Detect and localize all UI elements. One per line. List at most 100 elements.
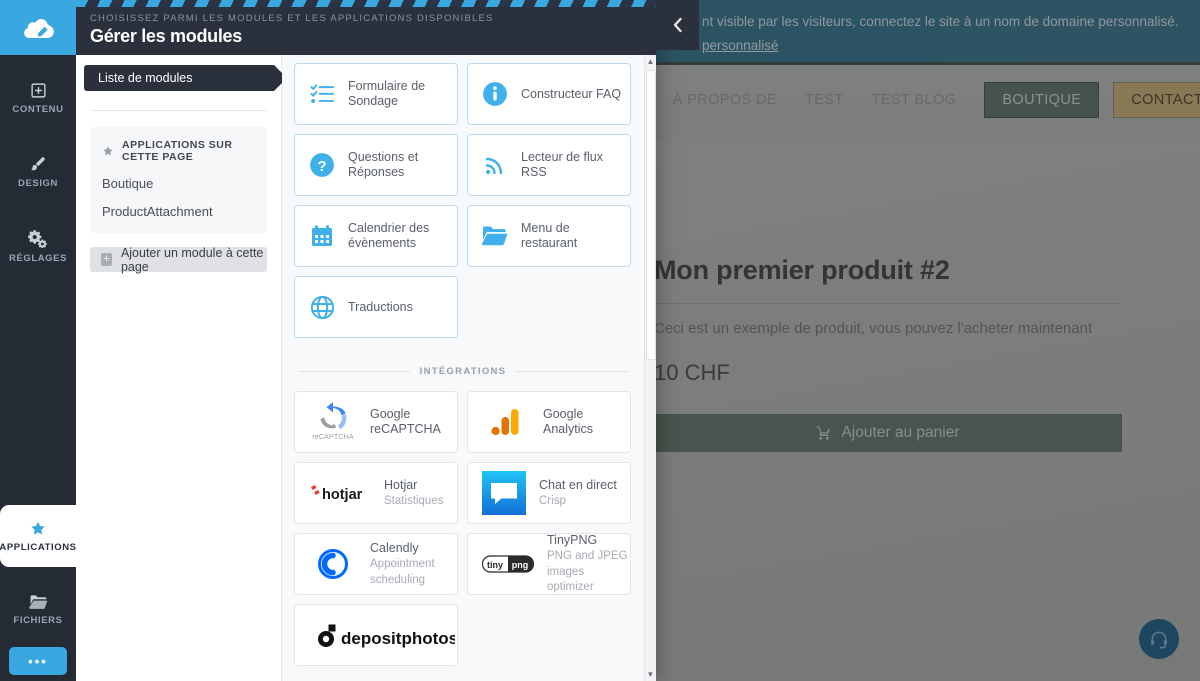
- svg-text:png: png: [512, 560, 529, 570]
- module-card-traductions[interactable]: Traductions: [294, 276, 458, 338]
- modules-list: Formulaire deSondage Constructeur FAQ ?: [282, 55, 644, 681]
- nav-item-contact[interactable]: CONTACT: [1113, 82, 1200, 118]
- folder-icon: [482, 223, 508, 249]
- divider-line: [516, 371, 628, 372]
- integration-card-label: Calendly Appointment scheduling: [370, 541, 435, 586]
- app-list-item[interactable]: Boutique: [102, 176, 255, 191]
- product-title: Mon premier produit #2: [654, 255, 950, 285]
- modal-modules-scroll-area[interactable]: Formulaire deSondage Constructeur FAQ ?: [282, 55, 656, 681]
- integration-card-tinypng[interactable]: tiny png TinyPNG PNG and JPEG images opt…: [467, 533, 631, 595]
- nav-item-boutique[interactable]: BOUTIQUE: [984, 82, 1100, 118]
- add-module-button[interactable]: + Ajouter un module à cette page: [90, 245, 267, 274]
- integration-card-label: TinyPNG PNG and JPEG images optimizer: [547, 533, 628, 594]
- svg-text:reCAPTCHA: reCAPTCHA: [312, 434, 354, 441]
- live-chat-button[interactable]: [1139, 619, 1179, 659]
- manage-modules-modal: CHOISISSEZ PARMI LES MODULES ET LES APPL…: [76, 0, 656, 681]
- module-card-label: Lecteur de flux RSS: [521, 150, 603, 179]
- info-circle-icon: [482, 81, 508, 107]
- module-card-menu-de-restaurant[interactable]: Menu de restaurant: [467, 205, 631, 267]
- rss-icon: [482, 152, 508, 178]
- sidebar-item-fichiers[interactable]: FICHIERS: [0, 579, 76, 641]
- module-card-constructeur-faq[interactable]: Constructeur FAQ: [467, 63, 631, 125]
- scrollbar-up-arrow[interactable]: ▲: [645, 55, 656, 68]
- sidebar-item-design[interactable]: DESIGN: [0, 141, 76, 203]
- add-module-label: Ajouter un module à cette page: [120, 245, 264, 274]
- svg-text:?: ?: [317, 158, 326, 175]
- integrations-divider-label: INTÉGRATIONS: [419, 366, 507, 377]
- integration-card-depositphotos[interactable]: depositphotos: [294, 604, 458, 666]
- divider: [90, 110, 267, 111]
- module-card-label: Formulaire de Sondage: [348, 79, 426, 108]
- globe-icon: [309, 294, 335, 320]
- modal-header: CHOISISSEZ PARMI LES MODULES ET LES APPL…: [76, 7, 656, 55]
- sidebar-bottom-group: APPLICATIONS FICHIERS •••: [0, 493, 76, 681]
- integrations-grid: reCAPTCHA Google reCAPTCHA Google Analyt…: [282, 391, 644, 666]
- sidebar-item-contenu[interactable]: CONTENU: [0, 67, 76, 129]
- sidebar-item-applications[interactable]: APPLICATIONS: [0, 505, 76, 567]
- modal-title: Gérer les modules: [90, 26, 242, 46]
- app-logo[interactable]: [0, 0, 76, 55]
- folder-icon: [28, 594, 48, 610]
- apps-on-this-page-box: APPLICATIONS SUR CETTE PAGE Boutique Pro…: [90, 127, 267, 233]
- tab-liste-de-modules[interactable]: Liste de modules: [84, 65, 287, 91]
- scrollbar-thumb[interactable]: [646, 70, 656, 360]
- module-card-label: Menu de restaurant: [521, 221, 578, 250]
- calendar-icon: [309, 223, 335, 249]
- integration-card-label: Google reCAPTCHA: [370, 407, 441, 436]
- module-card-label: Calendrier des évènements: [348, 221, 430, 250]
- apps-header-label: APPLICATIONS SUR CETTE PAGE: [122, 139, 233, 163]
- modal-stripe-decoration: [76, 0, 656, 7]
- plus-square-icon: [30, 82, 47, 99]
- module-card-questions-et-reponses[interactable]: ? Questions et Réponses: [294, 134, 458, 196]
- collapse-panel-button[interactable]: [656, 0, 699, 50]
- module-card-lecteur-de-flux-rss[interactable]: Lecteur de flux RSS: [467, 134, 631, 196]
- integration-card-chat-en-direct[interactable]: Chat en direct Crisp: [467, 462, 631, 524]
- svg-text:tiny: tiny: [487, 560, 503, 570]
- modal-body: Liste de modules APPLICATIONS SUR CETTE …: [76, 55, 656, 681]
- module-card-calendrier-des-evenements[interactable]: Calendrier des évènements: [294, 205, 458, 267]
- product-detail: Mon premier produit #2 Ceci est un exemp…: [654, 255, 1122, 452]
- plus-square-icon: +: [101, 253, 112, 266]
- integration-card-hotjar[interactable]: hotjar Hotjar Statistiques: [294, 462, 458, 524]
- sidebar-label-fichiers: FICHIERS: [13, 615, 63, 626]
- integration-card-google-analytics[interactable]: Google Analytics: [467, 391, 631, 453]
- add-to-cart-button[interactable]: Ajouter au panier: [654, 414, 1122, 452]
- shopping-cart-icon: [816, 425, 832, 441]
- sidebar-label-applications: APPLICATIONS: [0, 541, 77, 553]
- divider: [654, 303, 1122, 304]
- hotjar-logo-icon: hotjar: [309, 480, 371, 506]
- modules-grid: Formulaire deSondage Constructeur FAQ ?: [282, 63, 644, 338]
- question-circle-icon: ?: [309, 152, 335, 178]
- notice-text: nt visible par les visiteurs, connectez …: [702, 14, 1179, 29]
- sidebar-label-design: DESIGN: [17, 178, 59, 189]
- chevron-left-icon: [671, 16, 685, 34]
- nav-item-a-propos[interactable]: À PROPOS DE: [659, 92, 791, 108]
- svg-text:depositphotos: depositphotos: [341, 629, 455, 648]
- calendly-logo-icon: [309, 549, 357, 579]
- modal-left-panel: Liste de modules APPLICATIONS SUR CETTE …: [76, 55, 287, 681]
- gears-icon: [28, 229, 48, 248]
- nav-item-test[interactable]: TEST: [791, 92, 858, 108]
- integration-card-calendly[interactable]: Calendly Appointment scheduling: [294, 533, 458, 595]
- product-price: 10 CHF: [654, 360, 730, 385]
- crisp-logo-icon: [482, 471, 526, 515]
- paintbrush-icon: [29, 155, 47, 173]
- module-card-formulaire-de-sondage[interactable]: Formulaire de Sondage: [294, 63, 458, 125]
- sidebar-more-button[interactable]: •••: [9, 647, 67, 675]
- add-to-cart-label: Ajouter au panier: [841, 424, 960, 441]
- integration-card-label: Chat en direct Crisp: [539, 477, 617, 507]
- tinypng-logo-icon: tiny png: [482, 551, 534, 577]
- integration-card-google-recaptcha[interactable]: reCAPTCHA Google reCAPTCHA: [294, 391, 458, 453]
- nav-item-test-blog[interactable]: TEST BLOG: [858, 92, 971, 108]
- module-card-label: Traductions: [348, 299, 413, 314]
- modules-scrollbar[interactable]: ▲ ▼: [644, 55, 656, 681]
- integration-card-label: Google Analytics: [543, 407, 594, 436]
- google-recaptcha-logo-icon: reCAPTCHA: [309, 402, 357, 441]
- app-list-item[interactable]: ProductAttachment: [102, 204, 255, 219]
- scrollbar-down-arrow[interactable]: ▼: [645, 668, 656, 681]
- notice-link[interactable]: personnalisé: [702, 38, 779, 53]
- integrations-divider: INTÉGRATIONS: [298, 366, 628, 377]
- apps-on-this-page-header: APPLICATIONS SUR CETTE PAGE: [102, 139, 255, 163]
- sidebar-item-reglages[interactable]: RÉGLAGES: [0, 215, 76, 277]
- app-sidebar-rail: CONTENU DESIGN RÉGLAGES APPLICATIONS FIC…: [0, 0, 76, 681]
